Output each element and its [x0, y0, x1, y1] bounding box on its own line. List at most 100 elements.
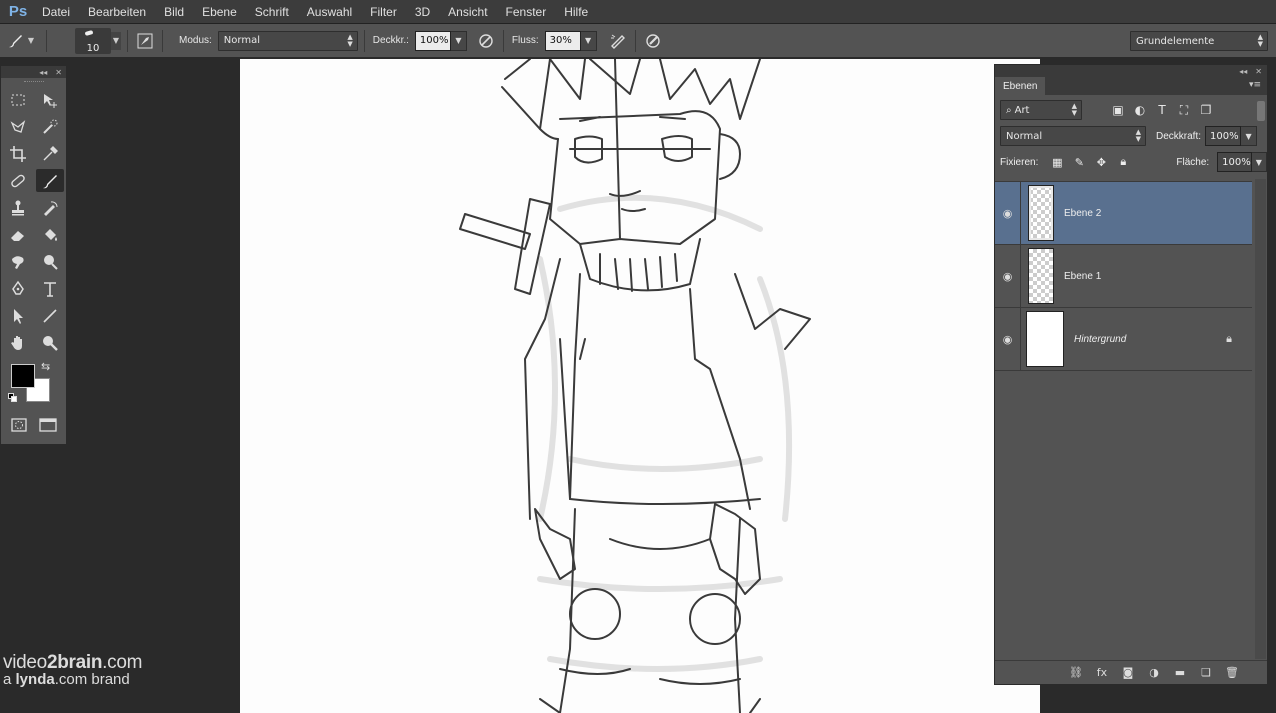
layer-row-hintergrund[interactable]: ◉ Hintergrund 🔒︎ [995, 307, 1252, 371]
collapse-icon[interactable]: ◂◂ [39, 68, 47, 77]
layer-row-ebene-2[interactable]: ◉ Ebene 2 [995, 181, 1252, 245]
close-icon[interactable]: ✕ [55, 68, 62, 77]
stamp-icon [12, 200, 24, 215]
mode-select[interactable]: Normal ▲ ▼ [217, 30, 358, 51]
brush-size-picker[interactable]: 10 ▼ [75, 27, 121, 54]
menu-bearbeiten[interactable]: Bearbeiten [79, 0, 155, 24]
lock-all-icon[interactable]: 🔒︎ [1116, 155, 1130, 169]
menu-filter[interactable]: Filter [361, 0, 406, 24]
default-colors-icon[interactable] [8, 393, 18, 403]
fill-dropdown[interactable]: ▼ [1251, 152, 1267, 172]
new-layer-icon[interactable]: ❏ [1199, 666, 1213, 679]
menu-auswahl[interactable]: Auswahl [298, 0, 361, 24]
clone-stamp-tool[interactable] [2, 194, 34, 221]
eraser-tool[interactable] [2, 221, 34, 248]
pressure-opacity-button[interactable] [475, 30, 497, 52]
workspace-select[interactable]: Grundelemente ▲ ▼ [1130, 31, 1268, 51]
layer-opacity-dropdown[interactable]: ▼ [1241, 126, 1258, 146]
screen-mode-button[interactable] [39, 416, 57, 434]
fill-input[interactable]: 100% [1217, 152, 1252, 172]
history-brush-tool[interactable] [34, 194, 66, 221]
layers-scrollbar[interactable] [1255, 179, 1266, 659]
layer-row-ebene-1[interactable]: ◉ Ebene 1 [995, 244, 1252, 308]
collapse-icon[interactable]: ◂◂ [1239, 67, 1247, 76]
healing-brush-tool[interactable] [2, 167, 34, 194]
layer-thumbnail[interactable] [1026, 311, 1064, 367]
new-group-icon[interactable]: ▬ [1173, 666, 1187, 679]
watermark-brand-light: video [3, 652, 47, 673]
dodge-tool[interactable] [34, 248, 66, 275]
layer-opacity-input[interactable]: 100% [1205, 126, 1242, 146]
flow-dropdown[interactable]: ▼ [580, 30, 597, 51]
fill-label: Fläche: [1176, 156, 1210, 168]
layer-style-icon[interactable]: fx [1095, 666, 1109, 679]
pressure-size-button[interactable] [642, 30, 664, 52]
panel-menu-icon[interactable]: ▾≡ [1249, 80, 1261, 90]
menu-3d[interactable]: 3D [406, 0, 439, 24]
smudge-tool[interactable] [2, 248, 34, 275]
layer-name[interactable]: Hintergrund [1074, 334, 1126, 345]
filter-smartobject-icon[interactable]: ❐ [1198, 102, 1214, 118]
separator [363, 29, 365, 52]
flow-input[interactable]: 30% [544, 30, 581, 51]
menu-ansicht[interactable]: Ansicht [439, 0, 496, 24]
menu-ebene[interactable]: Ebene [193, 0, 246, 24]
line-tool[interactable] [34, 302, 66, 329]
paint-bucket-tool[interactable] [34, 221, 66, 248]
filter-adjustment-icon[interactable]: ◐ [1132, 102, 1148, 118]
filter-type-icon[interactable]: T [1154, 102, 1170, 118]
quick-select-tool[interactable] [34, 113, 66, 140]
layer-name[interactable]: Ebene 1 [1064, 271, 1101, 282]
filter-pixel-icon[interactable]: ▣ [1110, 102, 1126, 118]
separator [46, 29, 47, 52]
layer-thumbnail[interactable] [1028, 248, 1054, 304]
airbrush-button[interactable] [607, 30, 629, 52]
path-selection-tool[interactable] [2, 302, 34, 329]
lasso-tool[interactable] [2, 113, 34, 140]
lock-transparency-icon[interactable]: ▦ [1050, 155, 1064, 169]
foreground-color[interactable] [11, 364, 35, 388]
brush-panel-toggle[interactable] [134, 30, 156, 52]
layer-filter-select[interactable]: ⌕ Art ▲ ▼ [1000, 100, 1082, 120]
brush-tool[interactable] [36, 169, 64, 192]
layer-thumbnail[interactable] [1028, 185, 1054, 241]
visibility-eye-icon[interactable]: ◉ [995, 307, 1021, 371]
blend-mode-select[interactable]: Normal ▲ ▼ [1000, 126, 1146, 146]
delete-layer-icon[interactable]: 🗑︎ [1225, 666, 1239, 679]
tool-preset-picker[interactable]: ▼ [0, 28, 40, 54]
layer-name[interactable]: Ebene 2 [1064, 208, 1101, 219]
panel-grip[interactable] [1, 78, 66, 86]
swap-colors-icon[interactable]: ⇆ [41, 360, 50, 373]
zoom-tool[interactable] [34, 329, 66, 356]
menu-schrift[interactable]: Schrift [246, 0, 298, 24]
adjustment-layer-icon[interactable]: ◑ [1147, 666, 1161, 679]
menu-bild[interactable]: Bild [155, 0, 193, 24]
filter-shape-icon[interactable]: ⛶ [1176, 102, 1192, 118]
document-canvas[interactable] [240, 59, 1040, 713]
add-mask-icon[interactable]: ◙ [1121, 666, 1135, 679]
visibility-eye-icon[interactable]: ◉ [995, 181, 1021, 245]
separator [502, 29, 504, 52]
lasso-icon [10, 119, 26, 133]
menu-fenster[interactable]: Fenster [497, 0, 556, 24]
type-tool[interactable] [34, 275, 66, 302]
lock-pixels-icon[interactable]: ✎ [1072, 155, 1086, 169]
close-icon[interactable]: ✕ [1255, 67, 1262, 76]
crop-tool[interactable] [2, 140, 34, 167]
eyedropper-tool[interactable] [34, 140, 66, 167]
menu-hilfe[interactable]: Hilfe [555, 0, 597, 24]
menu-datei[interactable]: Datei [36, 0, 79, 24]
opacity-input[interactable]: 100% [414, 30, 451, 51]
lock-position-icon[interactable]: ✥ [1094, 155, 1108, 169]
hand-tool[interactable] [2, 329, 34, 356]
visibility-eye-icon[interactable]: ◉ [995, 244, 1021, 308]
filter-toggle[interactable] [1257, 101, 1265, 121]
opacity-dropdown[interactable]: ▼ [450, 30, 467, 51]
move-tool[interactable] [34, 86, 66, 113]
chevron-down-icon[interactable]: ▼ [111, 31, 121, 50]
link-layers-icon[interactable]: ⛓ [1069, 666, 1083, 679]
pen-tool[interactable] [2, 275, 34, 302]
tab-ebenen[interactable]: Ebenen [995, 77, 1046, 95]
quick-mask-button[interactable] [10, 416, 28, 434]
marquee-tool[interactable] [2, 86, 34, 113]
